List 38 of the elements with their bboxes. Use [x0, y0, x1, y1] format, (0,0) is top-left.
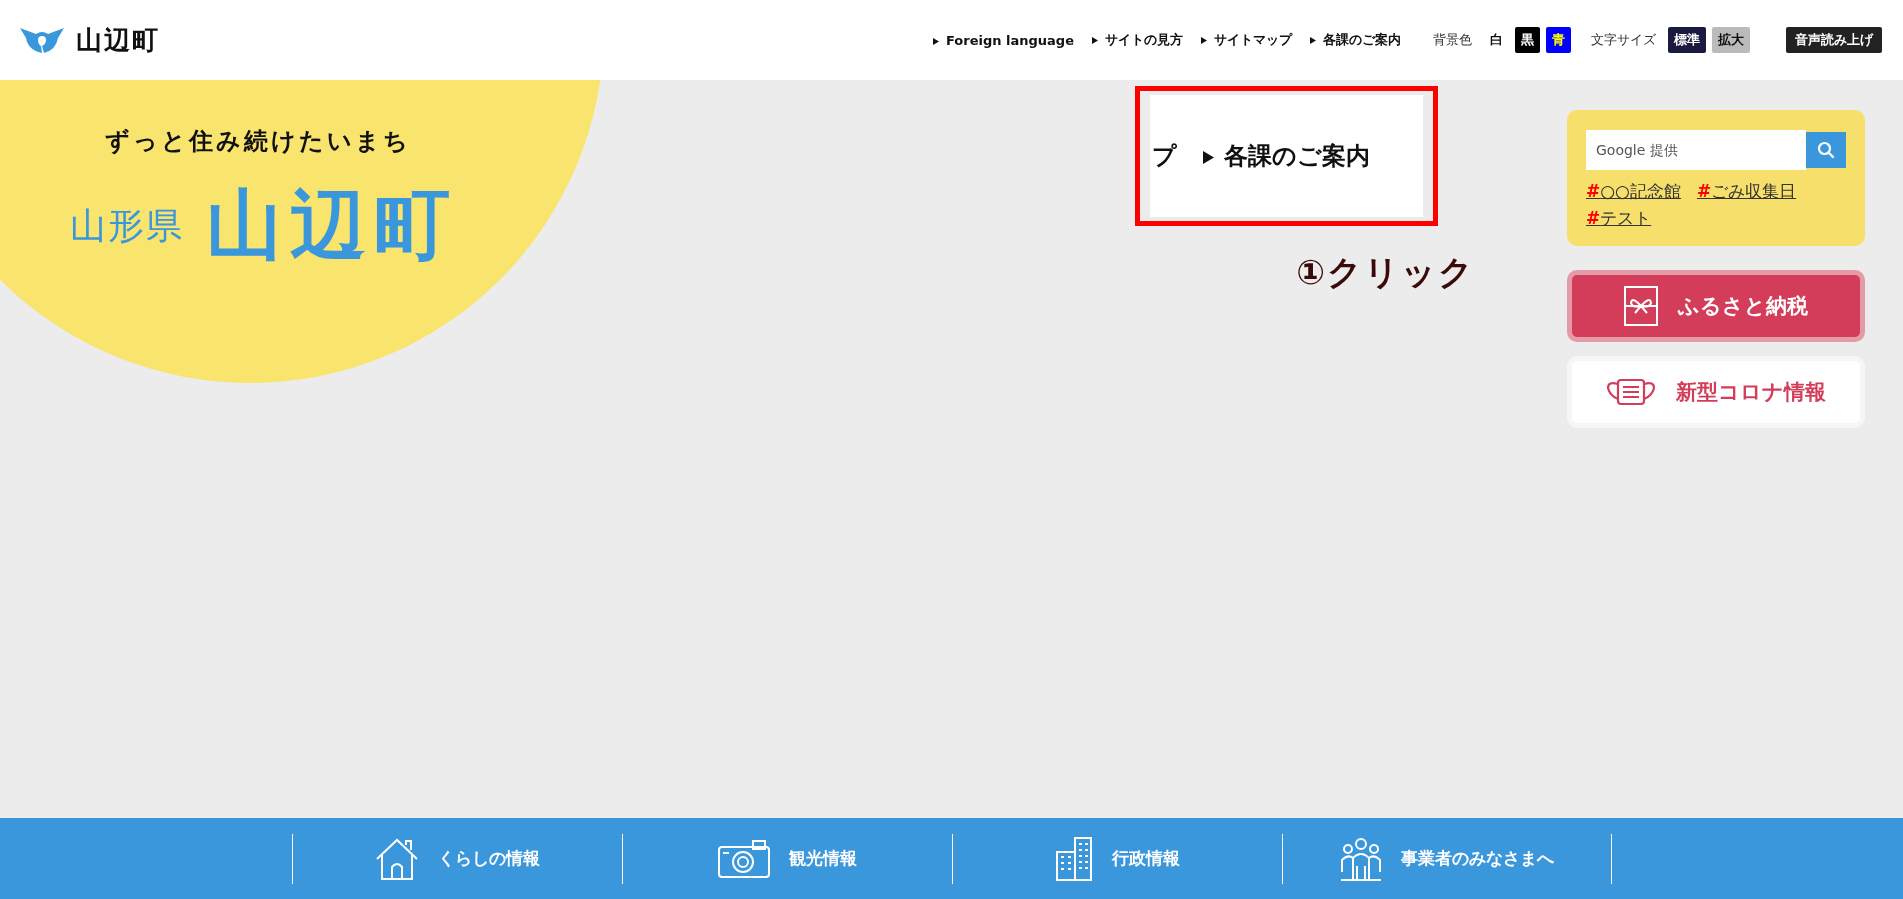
- cut-nav-text: プ: [1152, 141, 1177, 172]
- background-color-button[interactable]: 黒: [1515, 27, 1540, 53]
- face-mask-icon: [1606, 377, 1656, 407]
- keyword-tag-link[interactable]: #ごみ収集日: [1696, 180, 1797, 203]
- triangle-icon: [1201, 37, 1207, 44]
- hero-town-name: 山辺町: [206, 179, 458, 271]
- hero-tagline: ずっと住み続けたいまち: [105, 126, 412, 157]
- header-nav-link[interactable]: Foreign language: [933, 32, 1074, 48]
- triangle-icon: [1203, 150, 1214, 164]
- read-aloud-button[interactable]: 音声読み上げ: [1786, 27, 1882, 53]
- hero-prefecture: 山形県: [70, 204, 184, 248]
- keyword-tag-link[interactable]: #○○記念館: [1586, 180, 1681, 203]
- text-size-button[interactable]: 標準: [1668, 27, 1706, 53]
- triangle-icon: [933, 37, 939, 45]
- banner-button[interactable]: 新型コロナ情報: [1567, 356, 1865, 428]
- camera-icon: [717, 838, 771, 879]
- header-nav-link[interactable]: サイトの見方: [1092, 31, 1183, 49]
- triangle-icon: [1092, 37, 1098, 44]
- text-size-label: 文字サイズ: [1591, 31, 1656, 49]
- text-size-button[interactable]: 拡大: [1712, 27, 1750, 53]
- triangle-icon: [1310, 37, 1316, 44]
- search-icon: [1817, 141, 1835, 159]
- click-instruction: ①クリック: [1296, 251, 1475, 294]
- background-color-label: 背景色: [1433, 31, 1472, 49]
- header-nav-link[interactable]: 各課のご案内: [1310, 31, 1401, 49]
- people-icon: [1339, 835, 1383, 882]
- town-emblem-icon: [20, 26, 64, 54]
- background-color-button[interactable]: 青: [1546, 27, 1571, 53]
- gift-envelope-icon: [1624, 286, 1658, 326]
- building-icon: [1054, 835, 1094, 882]
- search-button[interactable]: [1806, 132, 1846, 168]
- site-logo-text[interactable]: 山辺町: [76, 22, 160, 58]
- nav-link-zoomed[interactable]: 各課のご案内: [1203, 140, 1370, 172]
- banner-button[interactable]: ふるさと納税: [1567, 270, 1865, 342]
- search-field[interactable]: Google 提供: [1586, 130, 1806, 170]
- keyword-tag-link[interactable]: #テスト: [1586, 207, 1652, 230]
- house-icon: [374, 836, 420, 881]
- header-nav-link[interactable]: サイトマップ: [1201, 31, 1292, 49]
